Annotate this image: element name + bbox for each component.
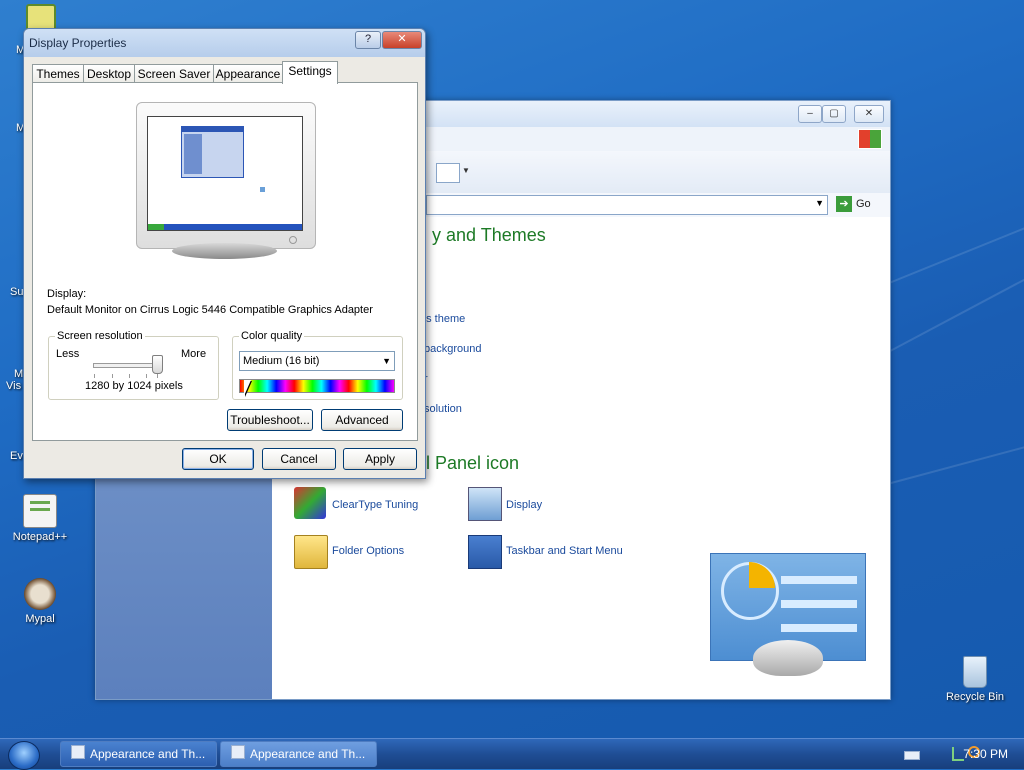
- desktop-icon-notepadpp[interactable]: Notepad++: [0, 494, 80, 543]
- cleartype-link[interactable]: ClearType Tuning: [332, 499, 418, 511]
- display-adapter-value: Default Monitor on Cirrus Logic 5446 Com…: [47, 304, 373, 316]
- dialog-title: Display Properties: [29, 36, 127, 50]
- maximize-button[interactable]: ▢: [822, 105, 846, 123]
- category-heading: y and Themes: [432, 225, 546, 245]
- desktop-icon-label: Recycle Bin: [945, 691, 1005, 703]
- display-label: Display:: [47, 288, 87, 300]
- tab-settings[interactable]: Settings: [282, 61, 338, 84]
- clock[interactable]: 7:30 PM: [963, 747, 1008, 761]
- taskbar-button-appearance-2[interactable]: Appearance and Th...: [220, 741, 377, 767]
- screen-resolution-title: Screen resolution: [55, 330, 145, 342]
- power-button-icon: [289, 236, 297, 244]
- apply-button[interactable]: Apply: [343, 448, 417, 470]
- slider-tick: [94, 374, 95, 378]
- chevron-down-icon[interactable]: ▼: [462, 166, 470, 175]
- preview-icon: [260, 187, 265, 192]
- task-link[interactable]: solution: [424, 403, 462, 415]
- desktop-icon-label: Notepad++: [12, 531, 68, 543]
- color-quality-group: Color quality Medium (16 bit) ▼: [232, 330, 403, 400]
- desktop-icon-label-partial: Ev: [10, 450, 23, 462]
- desktop-icon-label-partial: Vis: [6, 380, 22, 392]
- desktop-icon-recycle-bin[interactable]: Recycle Bin: [935, 656, 1015, 703]
- taskbar-start-menu-link[interactable]: Taskbar and Start Menu: [506, 545, 623, 557]
- windows-flag-icon: [858, 129, 882, 149]
- icon-section-heading: ol Panel icon: [416, 453, 520, 473]
- help-button[interactable]: ?: [355, 31, 381, 49]
- screen-resolution-group: Screen resolution Less More 1280 by 1024…: [48, 330, 219, 400]
- resolution-more-label: More: [181, 348, 207, 360]
- folder-options-link[interactable]: Folder Options: [332, 545, 404, 557]
- tab-themes[interactable]: Themes: [32, 64, 84, 83]
- preview-window: [181, 126, 244, 178]
- control-panel-icon: [71, 745, 85, 759]
- tab-screen-saver[interactable]: Screen Saver: [134, 64, 214, 83]
- chevron-down-icon[interactable]: ▼: [379, 352, 391, 370]
- ok-button[interactable]: OK: [182, 448, 254, 470]
- slider-tick: [129, 374, 130, 378]
- display-link[interactable]: Display: [506, 499, 542, 511]
- display-properties-dialog[interactable]: Display Properties ? ✕ Themes Desktop Sc…: [23, 28, 426, 479]
- monitor-preview: [136, 102, 316, 249]
- cleartype-icon[interactable]: [294, 487, 326, 519]
- desktop-icon-label-partial: M: [14, 368, 24, 380]
- settings-panel: Display: Default Monitor on Cirrus Logic…: [32, 82, 418, 441]
- go-arrow-icon: ➔: [836, 196, 852, 213]
- folder-options-icon[interactable]: [294, 535, 328, 569]
- desktop-icon-label-partial: Su: [10, 286, 24, 298]
- close-button[interactable]: ✕: [854, 105, 884, 123]
- address-input[interactable]: ▼: [426, 195, 828, 215]
- recycle-bin-icon: [963, 656, 987, 688]
- mypal-icon: [24, 578, 56, 610]
- troubleshoot-button[interactable]: Troubleshoot...: [227, 409, 313, 431]
- mouse-cursor-icon: [244, 380, 251, 396]
- monitor-screen: [147, 116, 303, 231]
- start-button[interactable]: [8, 741, 40, 770]
- control-panel-icon: [231, 745, 245, 759]
- resolution-less-label: Less: [56, 348, 80, 360]
- color-quality-select[interactable]: Medium (16 bit) ▼: [239, 351, 395, 371]
- go-button[interactable]: ➔ Go: [836, 195, 871, 213]
- cancel-button[interactable]: Cancel: [262, 448, 336, 470]
- advanced-button[interactable]: Advanced: [321, 409, 403, 431]
- tab-desktop[interactable]: Desktop: [83, 64, 135, 83]
- chevron-down-icon[interactable]: ▼: [815, 198, 824, 208]
- close-button[interactable]: ✕: [382, 31, 422, 49]
- resolution-slider-thumb[interactable]: [152, 355, 163, 374]
- dialog-titlebar[interactable]: Display Properties ? ✕: [24, 29, 425, 57]
- taskbar-button-appearance-1[interactable]: Appearance and Th...: [60, 741, 217, 767]
- resolution-value: 1280 by 1024 pixels: [85, 380, 183, 392]
- slider-tick: [146, 374, 147, 378]
- display-illustration: [710, 553, 866, 676]
- slider-tick: [112, 374, 113, 378]
- color-quality-value: Medium (16 bit): [243, 355, 320, 367]
- display-icon[interactable]: [468, 487, 502, 521]
- tab-appearance[interactable]: Appearance: [213, 64, 283, 83]
- task-link[interactable]: background: [424, 343, 482, 355]
- desktop-icon-mypal[interactable]: Mypal: [0, 578, 80, 625]
- color-spectrum-bar: [239, 379, 395, 393]
- notepadpp-icon: [23, 494, 57, 528]
- slider-tick: [157, 374, 158, 378]
- keyboard-icon[interactable]: [904, 751, 920, 760]
- network-icon[interactable]: [952, 747, 964, 761]
- system-tray: 7:30 PM: [874, 739, 1024, 769]
- preview-taskbar: [148, 224, 302, 230]
- desktop-icon-label: Mypal: [25, 613, 55, 625]
- minimize-button[interactable]: –: [798, 105, 822, 123]
- color-quality-title: Color quality: [239, 330, 305, 342]
- views-icon[interactable]: [436, 163, 460, 183]
- taskbar: Appearance and Th... Appearance and Th..…: [0, 738, 1024, 770]
- monitor-stand: [172, 243, 277, 259]
- task-link[interactable]: 's theme: [424, 313, 465, 325]
- taskbar-start-menu-icon[interactable]: [468, 535, 502, 569]
